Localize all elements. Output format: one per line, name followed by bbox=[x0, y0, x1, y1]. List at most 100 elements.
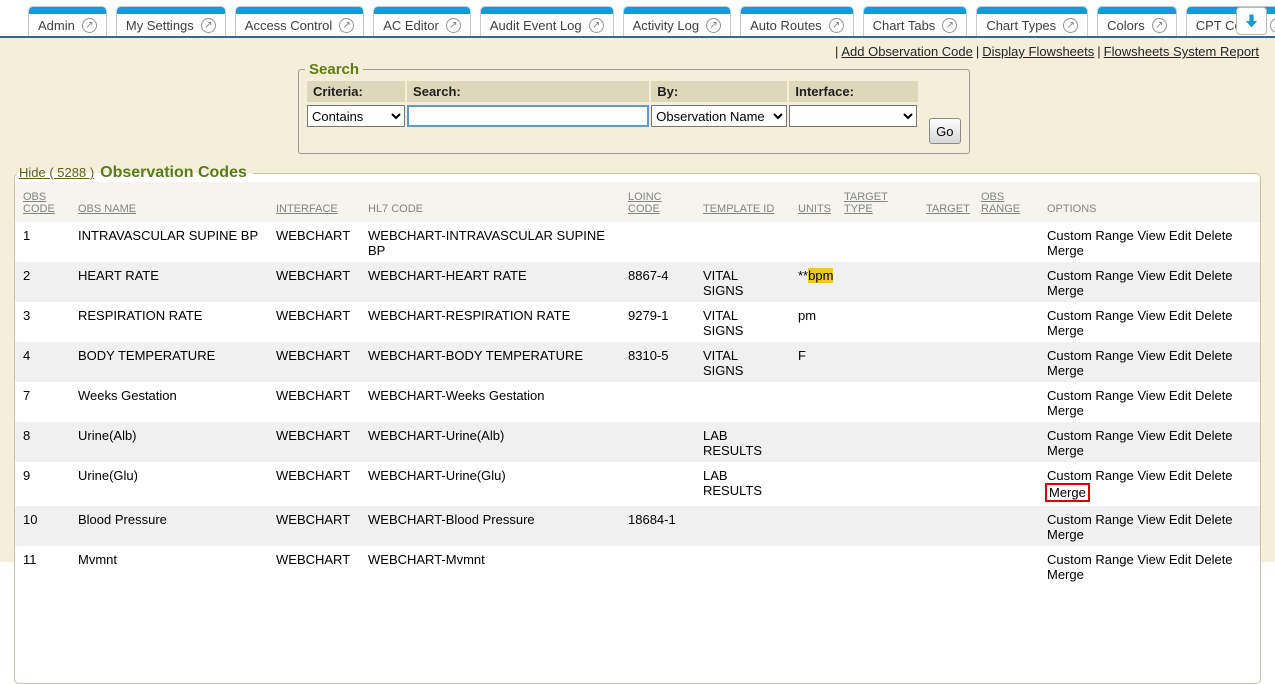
edit-link[interactable]: Edit bbox=[1169, 308, 1191, 323]
nav-tab[interactable]: Colors ↗ bbox=[1097, 6, 1177, 36]
units-prefix: pm bbox=[798, 308, 816, 323]
cell-template-id bbox=[695, 222, 790, 262]
popout-icon[interactable]: ↗ bbox=[82, 18, 97, 33]
go-button[interactable]: Go bbox=[929, 118, 961, 144]
nav-tab[interactable]: AC Editor ↗ bbox=[373, 6, 471, 36]
merge-link[interactable]: Merge bbox=[1047, 323, 1084, 338]
custom-range-link[interactable]: Custom Range bbox=[1047, 388, 1134, 403]
cell-options: Custom Range View Edit Delete Merge bbox=[1039, 506, 1260, 546]
merge-link[interactable]: Merge bbox=[1047, 283, 1084, 298]
cell-obs-name: Mvmnt bbox=[70, 546, 268, 586]
popout-icon[interactable]: ↗ bbox=[942, 18, 957, 33]
cell-units: pm bbox=[790, 302, 836, 342]
popout-icon[interactable]: ↗ bbox=[339, 18, 354, 33]
merge-link[interactable]: Merge bbox=[1047, 243, 1084, 258]
merge-link[interactable]: Merge bbox=[1045, 483, 1090, 502]
merge-link[interactable]: Merge bbox=[1047, 527, 1084, 542]
tab-overflow-button[interactable] bbox=[1236, 7, 1267, 35]
custom-range-link[interactable]: Custom Range bbox=[1047, 268, 1134, 283]
merge-link[interactable]: Merge bbox=[1047, 403, 1084, 418]
search-panel: Search Criteria: Search: By: Interface: … bbox=[298, 61, 970, 154]
column-header[interactable]: OBS NAME bbox=[78, 203, 136, 215]
column-header[interactable]: TARGET bbox=[926, 203, 970, 215]
hide-count-link[interactable]: Hide ( 5288 ) bbox=[19, 165, 94, 180]
popout-icon[interactable]: ↗ bbox=[829, 18, 844, 33]
popout-icon[interactable]: ↗ bbox=[446, 18, 461, 33]
column-header[interactable]: OBS RANGE bbox=[981, 191, 1020, 215]
custom-range-link[interactable]: Custom Range bbox=[1047, 348, 1134, 363]
column-header[interactable]: INTERFACE bbox=[276, 203, 338, 215]
column-header[interactable]: LOINC CODE bbox=[628, 191, 662, 215]
edit-link[interactable]: Edit bbox=[1169, 388, 1191, 403]
edit-link[interactable]: Edit bbox=[1169, 428, 1191, 443]
nav-tab[interactable]: Admin ↗ bbox=[28, 6, 107, 36]
popout-icon[interactable]: ↗ bbox=[1063, 18, 1078, 33]
by-select[interactable]: Observation Name bbox=[651, 105, 787, 127]
merge-link[interactable]: Merge bbox=[1047, 443, 1084, 458]
column-header[interactable]: TARGET TYPE bbox=[844, 191, 888, 215]
nav-tab[interactable]: Auto Routes ↗ bbox=[740, 6, 854, 36]
custom-range-link[interactable]: Custom Range bbox=[1047, 308, 1134, 323]
delete-link[interactable]: Delete bbox=[1195, 512, 1233, 527]
view-link[interactable]: View bbox=[1137, 552, 1165, 567]
view-link[interactable]: View bbox=[1137, 512, 1165, 527]
cell-obs-name: Urine(Alb) bbox=[70, 422, 268, 462]
delete-link[interactable]: Delete bbox=[1195, 348, 1233, 363]
view-link[interactable]: View bbox=[1137, 428, 1165, 443]
popout-icon[interactable]: ↗ bbox=[1270, 18, 1275, 33]
edit-link[interactable]: Edit bbox=[1169, 552, 1191, 567]
column-header[interactable]: TEMPLATE ID bbox=[703, 203, 774, 215]
delete-link[interactable]: Delete bbox=[1195, 388, 1233, 403]
nav-tab[interactable]: Access Control ↗ bbox=[235, 6, 364, 36]
cell-loinc-code bbox=[620, 546, 695, 586]
page-content: |Add Observation Code|Display Flowsheets… bbox=[0, 38, 1275, 562]
edit-link[interactable]: Edit bbox=[1169, 512, 1191, 527]
delete-link[interactable]: Delete bbox=[1195, 428, 1233, 443]
edit-link[interactable]: Edit bbox=[1169, 268, 1191, 283]
popout-icon[interactable]: ↗ bbox=[589, 18, 604, 33]
custom-range-link[interactable]: Custom Range bbox=[1047, 552, 1134, 567]
custom-range-link[interactable]: Custom Range bbox=[1047, 428, 1134, 443]
tab-label: AC Editor bbox=[383, 18, 439, 33]
column-header: HL7 CODE bbox=[368, 203, 423, 215]
custom-range-link[interactable]: Custom Range bbox=[1047, 228, 1134, 243]
edit-link[interactable]: Edit bbox=[1169, 468, 1191, 483]
column-header[interactable]: OBS CODE bbox=[23, 191, 55, 215]
delete-link[interactable]: Delete bbox=[1195, 268, 1233, 283]
edit-link[interactable]: Edit bbox=[1169, 228, 1191, 243]
action-link[interactable]: Display Flowsheets bbox=[982, 44, 1094, 59]
action-links-row: |Add Observation Code|Display Flowsheets… bbox=[0, 38, 1275, 61]
merge-link[interactable]: Merge bbox=[1047, 567, 1084, 582]
view-link[interactable]: View bbox=[1137, 468, 1165, 483]
merge-link[interactable]: Merge bbox=[1047, 363, 1084, 378]
delete-link[interactable]: Delete bbox=[1195, 228, 1233, 243]
cell-obs-name: Weeks Gestation bbox=[70, 382, 268, 422]
search-input[interactable] bbox=[407, 105, 649, 127]
view-link[interactable]: View bbox=[1137, 308, 1165, 323]
nav-tab[interactable]: Chart Tabs ↗ bbox=[863, 6, 968, 36]
view-link[interactable]: View bbox=[1137, 228, 1165, 243]
delete-link[interactable]: Delete bbox=[1195, 308, 1233, 323]
action-link[interactable]: Flowsheets System Report bbox=[1104, 44, 1259, 59]
view-link[interactable]: View bbox=[1137, 348, 1165, 363]
view-link[interactable]: View bbox=[1137, 268, 1165, 283]
custom-range-link[interactable]: Custom Range bbox=[1047, 468, 1134, 483]
cell-interface: WEBCHART bbox=[268, 222, 360, 262]
nav-tab[interactable]: My Settings ↗ bbox=[116, 6, 226, 36]
popout-icon[interactable]: ↗ bbox=[706, 18, 721, 33]
delete-link[interactable]: Delete bbox=[1195, 552, 1233, 567]
nav-tab[interactable]: Chart Types ↗ bbox=[976, 6, 1088, 36]
edit-link[interactable]: Edit bbox=[1169, 348, 1191, 363]
criteria-select[interactable]: Contains bbox=[307, 105, 405, 127]
column-header[interactable]: UNITS bbox=[798, 203, 831, 215]
action-link[interactable]: Add Observation Code bbox=[841, 44, 973, 59]
view-link[interactable]: View bbox=[1137, 388, 1165, 403]
popout-icon[interactable]: ↗ bbox=[201, 18, 216, 33]
interface-select[interactable] bbox=[789, 105, 917, 127]
delete-link[interactable]: Delete bbox=[1195, 468, 1233, 483]
custom-range-link[interactable]: Custom Range bbox=[1047, 512, 1134, 527]
nav-tab[interactable]: Audit Event Log ↗ bbox=[480, 6, 614, 36]
popout-icon[interactable]: ↗ bbox=[1152, 18, 1167, 33]
nav-tab[interactable]: Activity Log ↗ bbox=[623, 6, 731, 36]
page-title: Observation Codes bbox=[100, 164, 247, 181]
